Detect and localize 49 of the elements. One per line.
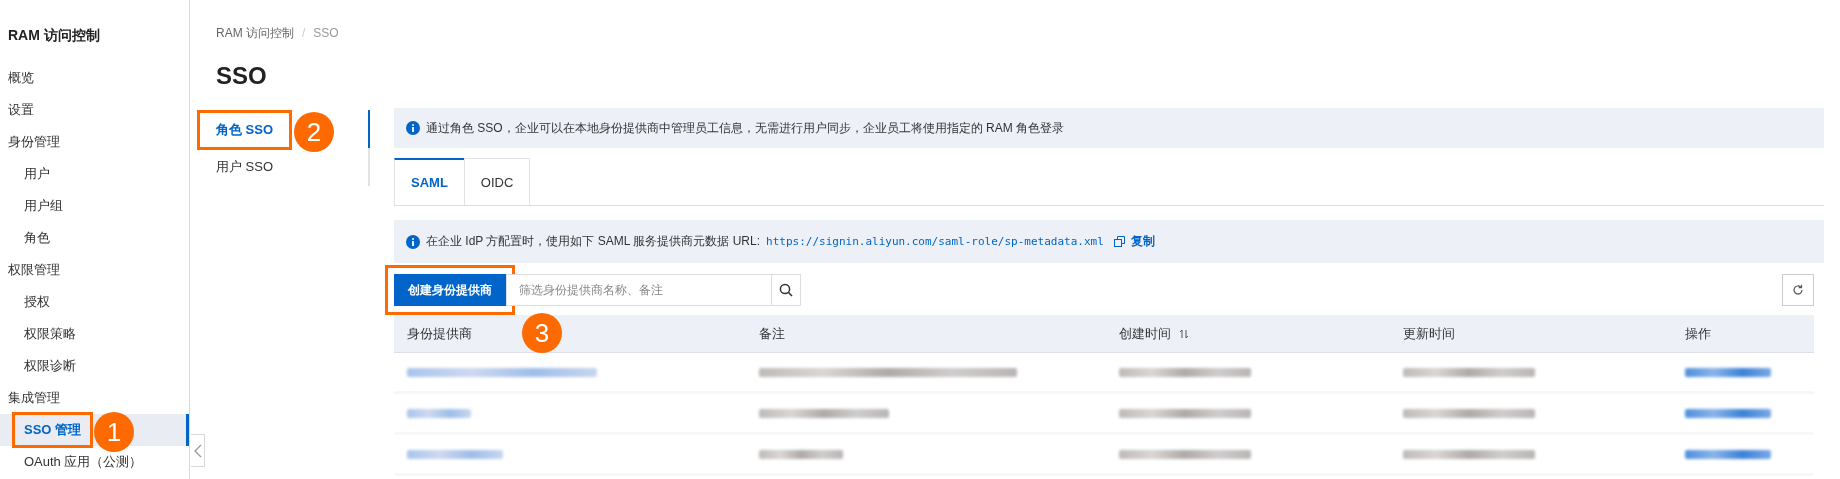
sidebar-item[interactable]: 权限诊断 [0, 350, 189, 382]
callout-number: 2 [294, 112, 334, 152]
blurred-text[interactable] [1685, 408, 1771, 418]
info-icon [406, 234, 420, 249]
column-header: 更新时间 [1403, 324, 1455, 343]
sidebar-item[interactable]: 用户组 [0, 190, 189, 222]
sidebar-item[interactable]: 角色 [0, 222, 189, 254]
sidebar-title: RAM 访问控制 [7, 26, 101, 45]
sidebar-item[interactable]: 授权 [0, 286, 189, 318]
info-icon [406, 121, 420, 135]
column-header[interactable]: 创建时间 [1119, 324, 1189, 343]
sidebar-item[interactable]: 用户 [0, 158, 189, 190]
sidebar-item[interactable]: 概览 [0, 62, 189, 94]
refresh-button[interactable] [1782, 274, 1814, 306]
sidebar-item[interactable]: 设置 [0, 94, 189, 126]
breadcrumb-separator: / [302, 25, 306, 42]
breadcrumb-item: SSO [313, 25, 339, 42]
subnav-item[interactable]: 角色 SSO [197, 110, 293, 150]
refresh-icon [1792, 284, 1804, 296]
breadcrumb-item[interactable]: RAM 访问控制 [216, 24, 294, 42]
sidebar-item[interactable]: 身份管理 [0, 126, 189, 158]
create-button[interactable]: 创建身份提供商 [394, 274, 506, 306]
page-title: SSO [216, 62, 268, 90]
tab[interactable]: SAML [394, 158, 465, 205]
sidebar-item[interactable]: 集成管理 [0, 382, 189, 414]
notice-text: 在企业 IdP 方配置时，使用如下 SAML 服务提供商元数据 URL: [426, 233, 761, 250]
column-header: 操作 [1685, 324, 1711, 343]
blurred-text[interactable] [407, 449, 503, 459]
blurred-text[interactable] [407, 408, 471, 418]
collapse-button[interactable] [191, 434, 205, 467]
url-link[interactable]: https://signin.aliyun.com/saml-role/sp-metadata.xml [766, 235, 1104, 248]
search-field[interactable]: 筛选身份提供商名称、备注 [506, 274, 772, 306]
chevron-left-icon [193, 443, 202, 458]
search-icon [779, 283, 793, 297]
blurred-text[interactable] [1685, 367, 1771, 377]
notice-text: 通过角色 SSO，企业可以在本地身份提供商中管理员工信息，无需进行用户同步，企业员工将使用指定的 RAM 角色登录 [426, 119, 1064, 137]
column-header: 身份提供商 [407, 324, 472, 343]
tab[interactable]: OIDC [463, 158, 531, 205]
sidebar-item[interactable]: 权限管理 [0, 254, 189, 286]
subnav-item[interactable]: 用户 SSO [197, 158, 293, 176]
callout-number: 1 [94, 412, 134, 452]
sort-icon[interactable] [1179, 328, 1189, 339]
sidebar-item[interactable]: 权限策略 [0, 318, 189, 350]
search-button[interactable] [772, 274, 801, 306]
column-header: 备注 [759, 324, 785, 343]
copy-icon[interactable] [1113, 236, 1125, 247]
copy-link[interactable]: 复制 [1130, 233, 1155, 250]
blurred-text[interactable] [407, 367, 597, 377]
blurred-text[interactable] [1685, 449, 1771, 459]
